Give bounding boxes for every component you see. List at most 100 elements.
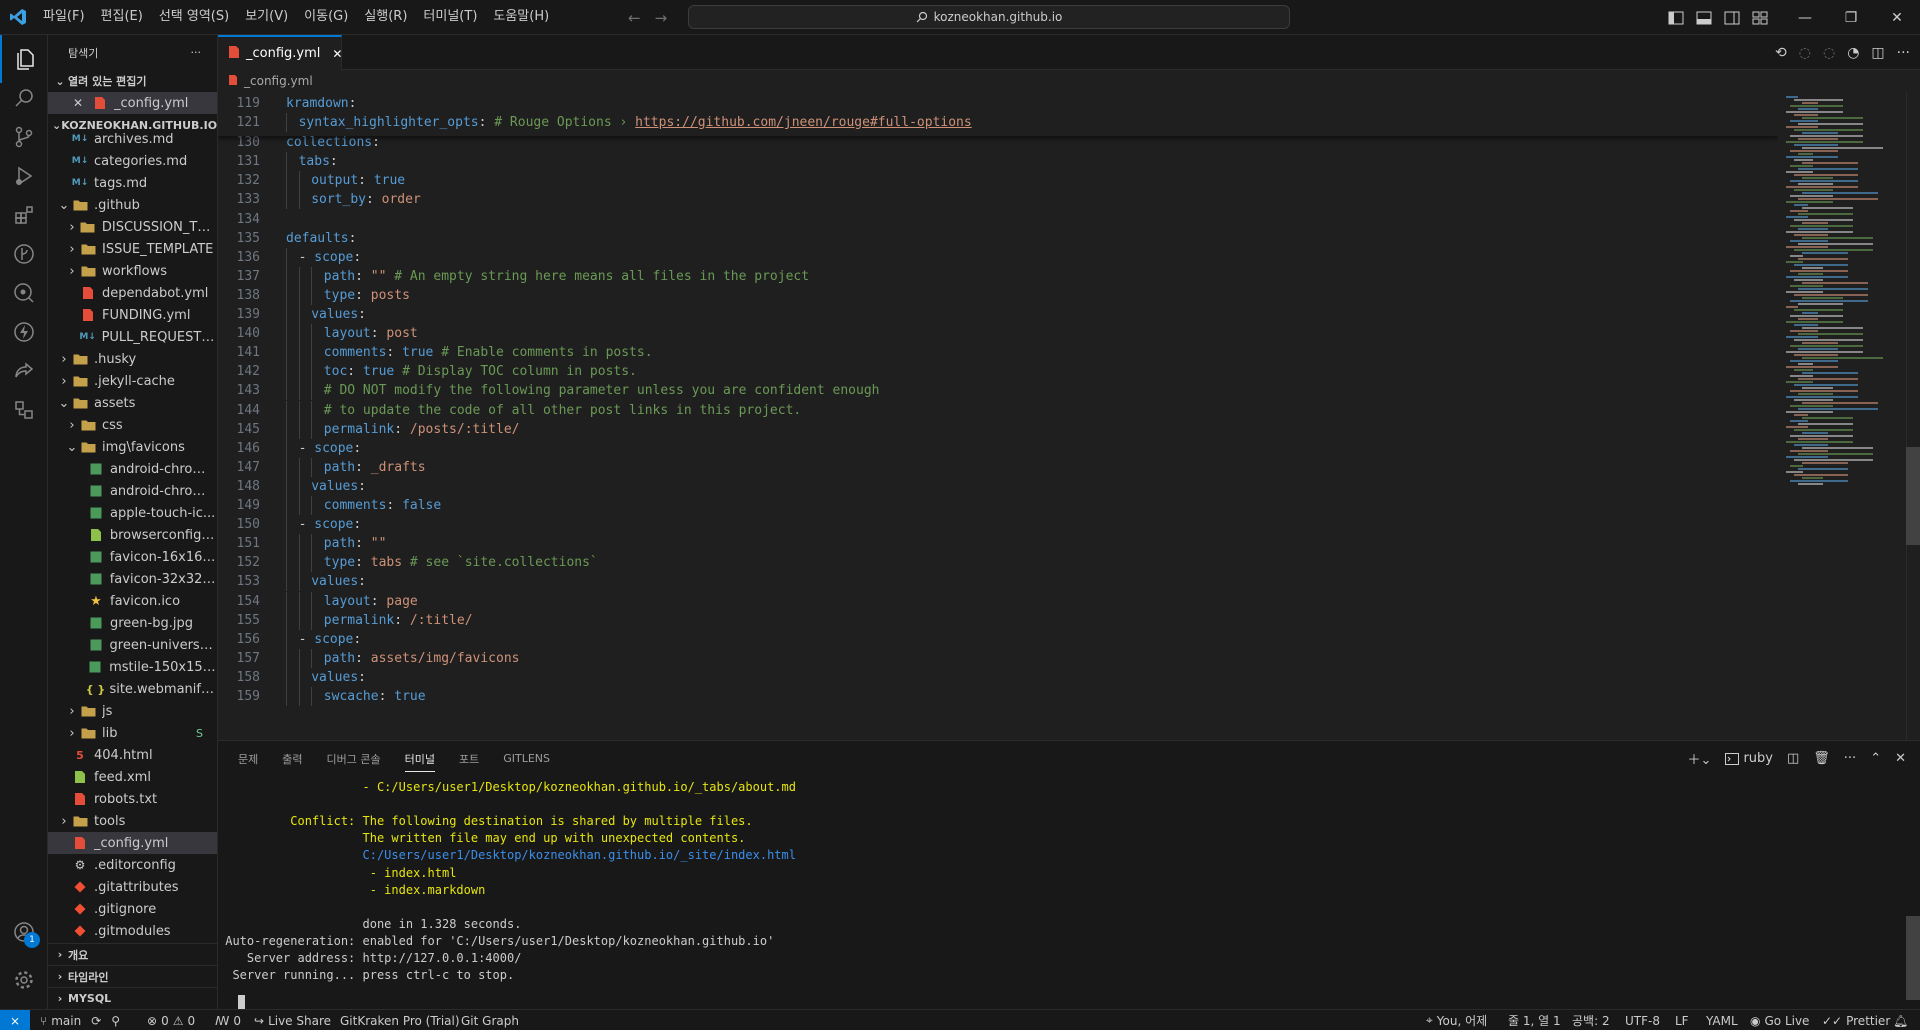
tab-config-yml[interactable]: _config.yml ✕ xyxy=(218,35,342,70)
tree-item[interactable]: .gitmodules xyxy=(48,920,217,942)
chevron-right-icon[interactable]: › xyxy=(64,264,80,279)
next-change-icon[interactable]: ◌ xyxy=(1823,45,1835,61)
tree-item[interactable]: M↓ PULL_REQUEST_... xyxy=(48,326,217,348)
tree-item[interactable]: green-universe... xyxy=(48,634,217,656)
chevron-right-icon[interactable]: › xyxy=(64,726,80,741)
open-editor-item[interactable]: ✕ _config.yml xyxy=(48,92,217,114)
manage-gear-icon[interactable] xyxy=(0,956,48,1004)
indentation-status[interactable]: 공백: 2 xyxy=(1572,1010,1610,1030)
outline-section[interactable]: › 개요 xyxy=(48,943,217,965)
menu-item[interactable]: 편집(E) xyxy=(93,5,151,29)
tree-item[interactable]: › .jekyll-cache xyxy=(48,370,217,392)
problems-status[interactable]: ⊗ 0 ⚠ 0 xyxy=(147,1010,195,1030)
chevron-right-icon[interactable]: › xyxy=(64,220,80,235)
mysql-section[interactable]: › MYSQL xyxy=(48,987,217,1009)
toggle-secondary-sidebar-icon[interactable] xyxy=(1721,10,1743,26)
tree-item[interactable]: android-chrom... xyxy=(48,480,217,502)
terminal-output[interactable]: - C:/Users/user1/Desktop/kozneokhan.gith… xyxy=(218,779,1906,1005)
tree-item[interactable]: › lib S xyxy=(48,722,217,744)
tree-item[interactable]: { } site.webmanifest xyxy=(48,678,217,700)
close-window-button[interactable]: ✕ xyxy=(1874,0,1920,35)
menu-item[interactable]: 도움말(H) xyxy=(485,5,557,29)
open-changes-icon[interactable]: ⟲ xyxy=(1775,45,1787,61)
tree-item[interactable]: M↓ categories.md xyxy=(48,150,217,172)
tree-item[interactable]: .gitattributes xyxy=(48,876,217,898)
encoding-status[interactable]: UTF-8 xyxy=(1625,1010,1660,1030)
tree-item[interactable]: ⚙ .editorconfig xyxy=(48,854,217,876)
split-editor-icon[interactable]: ◫ xyxy=(1871,45,1884,61)
tree-item[interactable]: browserconfig.... xyxy=(48,524,217,546)
chevron-right-icon[interactable]: › xyxy=(56,374,72,389)
menu-item[interactable]: 실행(R) xyxy=(356,5,415,29)
terminal-shell-selector[interactable]: ruby xyxy=(1725,751,1773,766)
ports-status[interactable]: ꟿ0 xyxy=(215,1010,241,1030)
panel-tab[interactable]: 출력 xyxy=(282,751,302,767)
tree-item[interactable]: 5 404.html xyxy=(48,744,217,766)
tree-item[interactable]: .gitignore xyxy=(48,898,217,920)
menu-item[interactable]: 터미널(T) xyxy=(415,5,485,29)
tree-item[interactable]: ⌄ .github xyxy=(48,194,217,216)
sticky-scroll-header[interactable]: 119 kramdown: 121 syntax_highlighter_opts: … xyxy=(218,92,1778,136)
menu-item[interactable]: 이동(G) xyxy=(296,5,356,29)
remote-explorer-icon[interactable] xyxy=(0,386,48,434)
minimize-button[interactable]: — xyxy=(1782,0,1828,35)
menu-item[interactable]: 선택 영역(S) xyxy=(151,5,237,29)
panel-tab[interactable]: 문제 xyxy=(238,751,258,767)
split-terminal-icon[interactable]: ◫ xyxy=(1787,751,1799,766)
eol-status[interactable]: LF xyxy=(1675,1010,1689,1030)
chevron-right-icon[interactable]: › xyxy=(64,242,80,257)
tree-item[interactable]: green-bg.jpg xyxy=(48,612,217,634)
customize-layout-icon[interactable] xyxy=(1749,10,1771,26)
previous-change-icon[interactable]: ◌ xyxy=(1799,45,1811,61)
remote-indicator-icon[interactable]: ⨯ xyxy=(0,1010,30,1030)
tree-item[interactable]: feed.xml xyxy=(48,766,217,788)
tree-item[interactable]: M↓ tags.md xyxy=(48,172,217,194)
maximize-panel-icon[interactable]: ⌃ xyxy=(1870,751,1881,766)
live-share-status[interactable]: ↪ Live Share xyxy=(254,1010,331,1030)
code-link[interactable]: https://github.com/jneen/rouge#full-opti… xyxy=(635,115,972,130)
git-graph-status[interactable]: Git Graph xyxy=(461,1010,519,1030)
tree-item[interactable]: › .husky xyxy=(48,348,217,370)
tree-item[interactable]: M↓ archives.md xyxy=(48,128,217,150)
editor-scrollbar-thumb[interactable] xyxy=(1906,447,1920,545)
minimap[interactable] xyxy=(1778,92,1906,740)
tree-item[interactable]: › js xyxy=(48,700,217,722)
panel-tab[interactable]: 포트 xyxy=(459,751,479,767)
tree-item[interactable]: dependabot.yml xyxy=(48,282,217,304)
timeline-section[interactable]: › 타임라인 xyxy=(48,965,217,987)
tree-item[interactable]: robots.txt xyxy=(48,788,217,810)
chevron-down-icon[interactable]: ⌄ xyxy=(56,198,72,213)
command-center-search[interactable]: kozneokhan.github.io xyxy=(688,5,1290,29)
chevron-right-icon[interactable]: › xyxy=(56,352,72,367)
close-icon[interactable]: ✕ xyxy=(70,95,86,111)
panel-more-icon[interactable]: ··· xyxy=(1844,751,1856,766)
branch-status[interactable]: ⑂ main ⟳ ⚲ xyxy=(40,1010,120,1030)
sync-icon[interactable]: ⟳ xyxy=(91,1014,101,1028)
tree-item[interactable]: favicon-32x32.... xyxy=(48,568,217,590)
code-editor[interactable]: 119 kramdown: 121 syntax_highlighter_opts: … xyxy=(218,92,1778,740)
vscode-logo-icon[interactable] xyxy=(0,0,35,35)
chevron-right-icon[interactable]: › xyxy=(64,704,80,719)
tree-item[interactable]: apple-touch-ic... xyxy=(48,502,217,524)
menu-item[interactable]: 보기(V) xyxy=(237,5,296,29)
language-status[interactable]: YAML xyxy=(1706,1010,1738,1030)
tree-item[interactable]: ★ favicon.ico xyxy=(48,590,217,612)
tree-item[interactable]: android-chrom... xyxy=(48,458,217,480)
back-arrow-icon[interactable]: ← xyxy=(628,9,641,27)
open-editors-section[interactable]: ⌄ 열려 있는 편집기 xyxy=(48,70,217,92)
source-control-graph-icon[interactable]: ⚲ xyxy=(111,1014,120,1028)
tree-item[interactable]: ⌄ img\favicons xyxy=(48,436,217,458)
tree-item[interactable]: › css xyxy=(48,414,217,436)
menu-item[interactable]: 파일(F) xyxy=(35,5,93,29)
terminal-scrollbar[interactable] xyxy=(1906,916,1920,1000)
tree-item[interactable]: ⌄ assets xyxy=(48,392,217,414)
editor-more-icon[interactable]: ··· xyxy=(1897,45,1910,61)
toggle-primary-sidebar-icon[interactable] xyxy=(1665,10,1687,26)
editor-scrollbar-track[interactable] xyxy=(1906,92,1920,740)
new-terminal-icon[interactable]: ＋⌄ xyxy=(1688,749,1712,768)
panel-tab[interactable]: GITLENS xyxy=(503,752,550,765)
panel-tab[interactable]: 터미널 xyxy=(404,751,435,772)
forward-arrow-icon[interactable]: → xyxy=(655,9,668,27)
notifications-icon[interactable]: 🔔︎ xyxy=(1893,1010,1908,1030)
tree-item[interactable]: mstile-150x150... xyxy=(48,656,217,678)
